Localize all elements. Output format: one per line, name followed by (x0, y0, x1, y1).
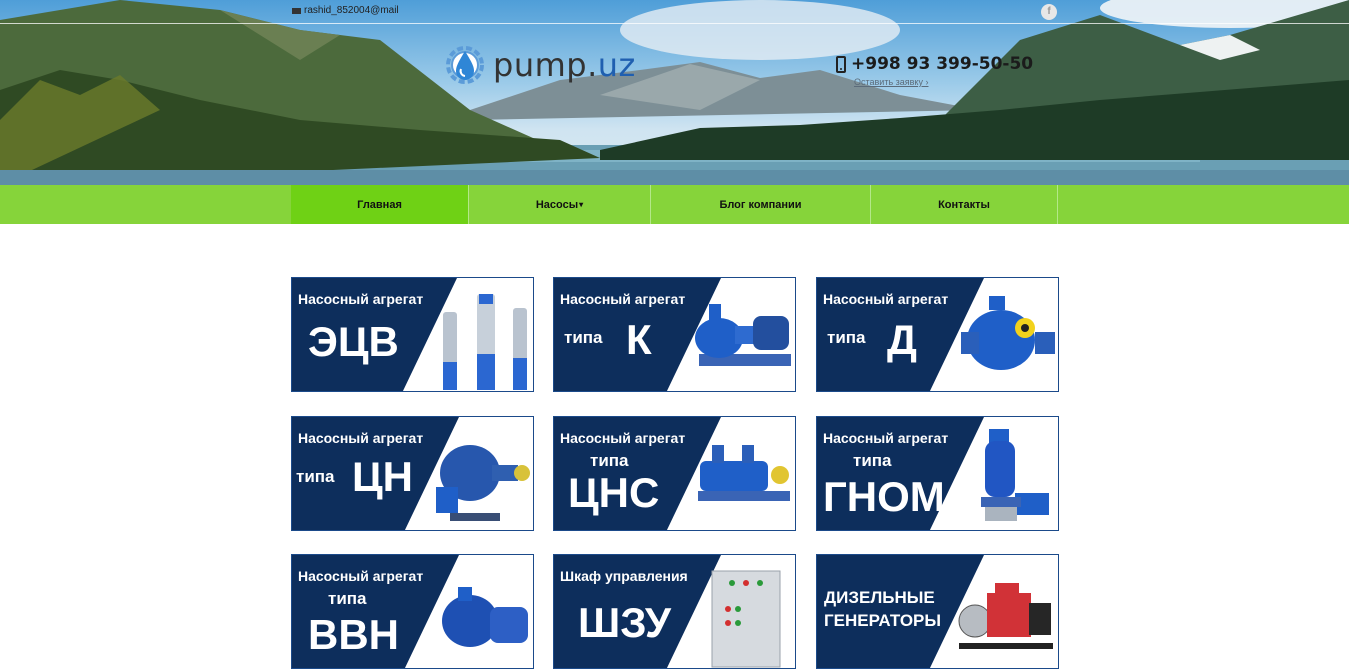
nav-item-contacts[interactable]: Контакты (871, 185, 1058, 224)
card-subtitle: типа (564, 328, 603, 347)
site-logo[interactable]: pump.uz (443, 43, 636, 87)
card-subtitle: ГЕНЕРАТОРЫ (824, 611, 942, 630)
nav-contacts-label: Контакты (938, 198, 990, 211)
header-banner: rashid_852004@mail f pump.uz +998 93 399… (0, 0, 1349, 185)
card-title: Насосный агрегат (298, 291, 424, 307)
logo-tld: uz (597, 46, 636, 84)
card-title: Насосный агрегат (298, 568, 424, 584)
product-card-gnom[interactable]: Насосный агрегат типа ГНОМ (816, 416, 1059, 531)
card-type: ВВН (308, 611, 399, 658)
nav-home-label: Главная (357, 198, 402, 211)
facebook-icon[interactable]: f (1041, 4, 1057, 20)
card-title: Насосный агрегат (823, 430, 949, 446)
console-pump-image (695, 304, 791, 366)
card-title: Насосный агрегат (298, 430, 424, 446)
card-title: Насосный агрегат (560, 430, 686, 446)
nav-pumps-label: Насосы (535, 198, 579, 211)
envelope-icon (292, 7, 301, 14)
card-type: Д (887, 316, 917, 363)
phone-contact[interactable]: +998 93 399-50-50 (836, 54, 1033, 74)
product-card-shzu[interactable]: Шкаф управления ШЗУ (553, 554, 796, 669)
card-title: Шкаф управления (560, 568, 688, 584)
card-type: ЦН (352, 453, 414, 500)
card-type: К (626, 316, 652, 363)
card-subtitle: типа (827, 328, 866, 347)
vacuum-pump-image (442, 587, 528, 647)
header-divider (0, 23, 1349, 24)
product-card-generators[interactable]: ДИЗЕЛЬНЫЕ ГЕНЕРАТОРЫ (816, 554, 1059, 669)
request-callback-link[interactable]: Оставить заявку › (854, 77, 928, 87)
card-subtitle: типа (296, 467, 335, 486)
mobile-phone-icon (836, 55, 846, 73)
card-subtitle: типа (328, 589, 367, 608)
product-card-k[interactable]: Насосный агрегат типа К (553, 277, 796, 392)
card-subtitle: типа (853, 451, 892, 470)
email-text: rashid_852004@mail (304, 5, 399, 16)
email-contact[interactable]: rashid_852004@mail (292, 5, 399, 16)
main-navigation: Главная Насосы ▾ Блог компании Контакты (0, 185, 1349, 224)
nav-blog-label: Блог компании (719, 198, 802, 211)
card-title: Насосный агрегат (560, 291, 686, 307)
logo-main: pump (493, 46, 588, 84)
split-case-pump-image (961, 296, 1055, 370)
diesel-generator-image (958, 583, 1053, 649)
multistage-pump-image (698, 445, 790, 501)
card-title: Насосный агрегат (823, 291, 949, 307)
card-type: ЦНС (568, 469, 660, 516)
submersible-pump-image (443, 294, 527, 390)
product-card-vvn[interactable]: Насосный агрегат типа ВВН (291, 554, 534, 669)
product-card-ecv[interactable]: Насосный агрегат ЭЦВ (291, 277, 534, 392)
gear-drop-icon (446, 46, 484, 84)
card-type: ШЗУ (578, 599, 672, 646)
card-type: ГНОМ (823, 473, 945, 520)
logo-dot: . (587, 46, 598, 84)
card-title: ДИЗЕЛЬНЫЕ (824, 588, 935, 607)
centrifugal-pump-image (436, 445, 530, 521)
nav-item-home[interactable]: Главная (291, 185, 469, 224)
product-card-cns[interactable]: Насосный агрегат типа ЦНС (553, 416, 796, 531)
nav-item-pumps[interactable]: Насосы ▾ (469, 185, 651, 224)
card-type: ЭЦВ (308, 318, 399, 365)
card-subtitle: типа (590, 451, 629, 470)
product-card-d[interactable]: Насосный агрегат типа Д (816, 277, 1059, 392)
phone-number: +998 93 399-50-50 (851, 54, 1034, 74)
chevron-down-icon: ▾ (579, 200, 584, 209)
lake-landscape-image (0, 0, 1349, 185)
logo-text: pump.uz (493, 46, 636, 84)
nav-item-blog[interactable]: Блог компании (651, 185, 871, 224)
product-card-cn[interactable]: Насосный агрегат типа ЦН (291, 416, 534, 531)
control-cabinet-image (711, 570, 781, 668)
sewage-pump-image (981, 429, 1049, 521)
